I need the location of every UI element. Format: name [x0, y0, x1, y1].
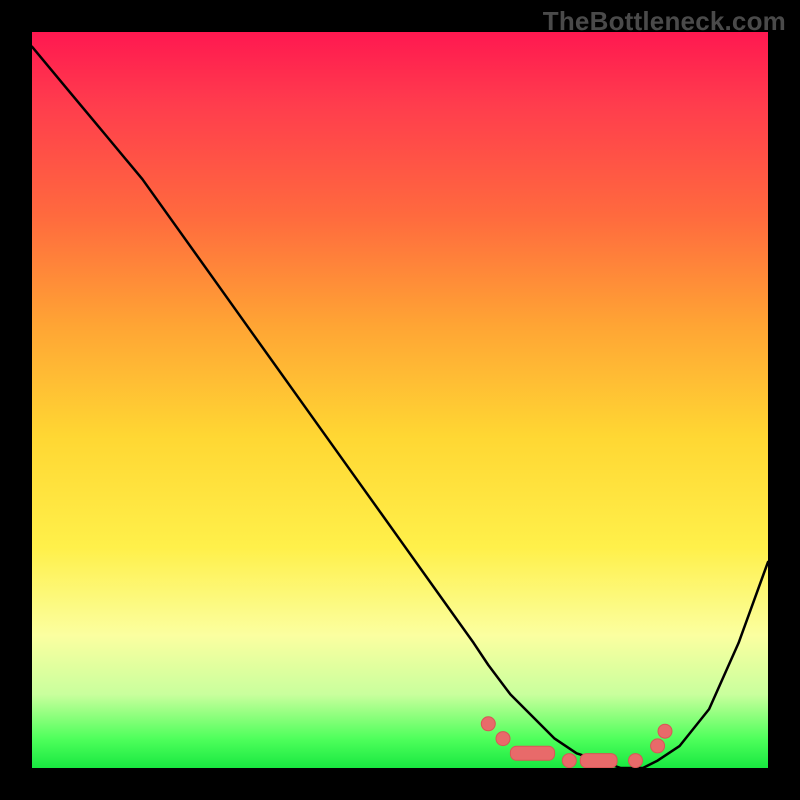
marker-dot: [496, 732, 510, 746]
optimal-markers: [481, 717, 672, 768]
marker-lozenge: [510, 746, 554, 760]
chart-frame: TheBottleneck.com: [0, 0, 800, 800]
marker-lozenge: [580, 754, 617, 768]
marker-dot: [658, 724, 672, 738]
marker-dot: [481, 717, 495, 731]
plot-area: [32, 32, 768, 768]
marker-dot: [562, 754, 576, 768]
bottleneck-curve: [32, 47, 768, 768]
marker-dot: [651, 739, 665, 753]
marker-dot: [629, 754, 643, 768]
curve-svg: [32, 32, 768, 768]
